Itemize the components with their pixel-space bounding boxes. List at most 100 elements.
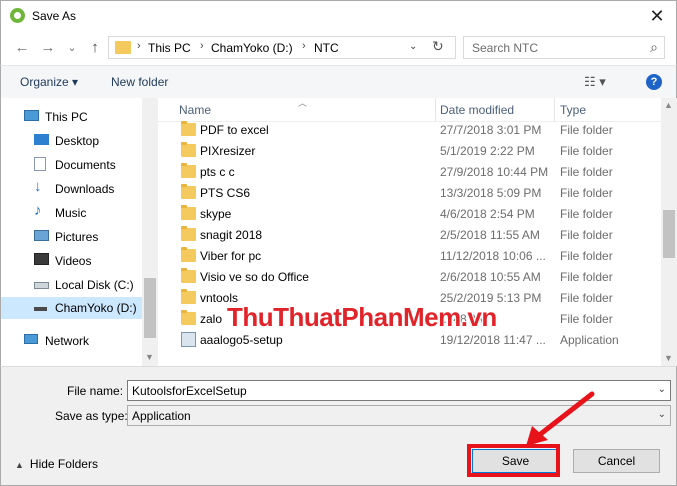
organize-menu-button[interactable]: Organize ▾ xyxy=(20,75,78,89)
table-row[interactable]: skype 4/6/2018 2:54 PM File folder xyxy=(158,203,661,224)
sidebar-item-label: Videos xyxy=(55,254,92,268)
table-row[interactable]: Viber for pc 11/12/2018 10:06 ... File fol… xyxy=(158,245,661,266)
pc-icon xyxy=(24,110,39,121)
file-date: 27/7/2018 3:01 PM xyxy=(440,123,542,137)
scroll-down-icon[interactable]: ▼ xyxy=(664,353,673,363)
new-folder-button[interactable]: New folder xyxy=(111,75,168,89)
chevron-up-icon: ▲ xyxy=(15,460,24,470)
search-box[interactable]: Search NTC ⌕ xyxy=(463,36,665,59)
navigation-bar: ← → ⌄ ↑ › This PC › ChamYoko (D:) › NTC … xyxy=(0,31,677,65)
back-arrow-icon[interactable]: ← xyxy=(13,39,31,57)
hide-folders-label: Hide Folders xyxy=(29,457,98,471)
folder-icon xyxy=(181,205,196,220)
chevron-down-icon[interactable]: ⌄ xyxy=(658,409,666,420)
file-date: 5/1/2019 2:22 PM xyxy=(440,144,535,158)
file-name: PTS CS6 xyxy=(200,186,251,200)
sidebar-item-label: Music xyxy=(55,206,87,220)
desktop-icon xyxy=(34,134,49,145)
folder-icon xyxy=(181,142,196,157)
scrollbar-thumb[interactable] xyxy=(144,278,156,338)
file-type: File folder xyxy=(560,123,613,137)
file-type: File folder xyxy=(560,186,613,200)
sidebar-scrollbar[interactable]: ▼ xyxy=(142,98,158,366)
breadcrumb-separator: › xyxy=(137,40,141,52)
cancel-button[interactable]: Cancel xyxy=(573,449,660,473)
file-name: pts c c xyxy=(200,165,235,179)
table-row[interactable]: PIXresizer 5/1/2019 2:22 PM File folder xyxy=(158,140,661,161)
breadcrumb-separator[interactable]: › xyxy=(302,40,306,52)
file-type: File folder xyxy=(560,312,613,326)
refresh-icon[interactable]: ↻ xyxy=(432,38,444,55)
save-type-label: Save as type: xyxy=(55,409,128,423)
watermark: ThuThuatPhanMem.vn xyxy=(227,302,497,332)
sidebar-item-chamyoko[interactable]: ChamYoko (D:) xyxy=(1,297,142,319)
folder-icon xyxy=(181,184,196,199)
address-dropdown-icon[interactable]: ⌄ xyxy=(409,41,417,52)
recent-locations-icon[interactable]: ⌄ xyxy=(63,39,81,57)
table-row[interactable]: Visio ve so do Office 2/6/2018 10:55 AM Fi… xyxy=(158,266,661,287)
folder-icon xyxy=(115,41,131,54)
scroll-down-icon[interactable]: ▼ xyxy=(145,352,154,362)
application-icon xyxy=(181,332,196,347)
folder-icon xyxy=(181,289,196,304)
sidebar-item-label: Pictures xyxy=(55,230,99,244)
pictures-icon xyxy=(34,230,49,241)
up-arrow-icon[interactable]: ↑ xyxy=(86,39,104,57)
file-date: 4/6/2018 2:54 PM xyxy=(440,207,535,221)
forward-arrow-icon[interactable]: → xyxy=(39,39,57,57)
table-row[interactable]: PDF to excel 27/7/2018 3:01 PM File folder xyxy=(158,119,661,140)
file-name: zalo xyxy=(200,312,223,326)
column-header-name[interactable]: Name xyxy=(179,103,211,117)
file-list-scrollbar[interactable]: ▲ ▼ xyxy=(661,98,677,366)
scrollbar-thumb[interactable] xyxy=(663,210,675,258)
file-name: Viber for pc xyxy=(200,249,262,263)
navigation-pane: This PC Desktop Documents ↓ Downloads ♪ … xyxy=(1,98,158,366)
file-name: PIXresizer xyxy=(200,144,256,158)
hide-folders-button[interactable]: ▲ Hide Folders xyxy=(15,457,98,471)
breadcrumb-this-pc[interactable]: This PC xyxy=(148,41,191,55)
sidebar-item-label: Downloads xyxy=(55,182,115,196)
sidebar-item-label: This PC xyxy=(45,110,88,124)
table-row[interactable]: pts c c 27/9/2018 10:44 PM File folder xyxy=(158,161,661,182)
music-icon: ♪ xyxy=(34,202,42,219)
search-input[interactable]: Search NTC xyxy=(472,41,538,55)
address-bar[interactable]: › This PC › ChamYoko (D:) › NTC ⌄ xyxy=(108,36,456,59)
file-type: File folder xyxy=(560,207,613,221)
command-bar: Organize ▾ New folder ☷ ▾ ? xyxy=(0,65,677,98)
file-type: File folder xyxy=(560,270,613,284)
sort-ascending-icon: ︿ xyxy=(298,98,308,108)
table-row[interactable]: snagit 2018 2/5/2018 11:55 AM File folder xyxy=(158,224,661,245)
breadcrumb-separator[interactable]: › xyxy=(200,40,204,52)
file-date: 13/3/2018 5:09 PM xyxy=(440,186,542,200)
scroll-up-icon[interactable]: ▲ xyxy=(664,100,673,110)
close-icon[interactable]: ✕ xyxy=(646,5,668,27)
breadcrumb-chamyoko[interactable]: ChamYoko (D:) xyxy=(211,41,293,55)
breadcrumb-ntc[interactable]: NTC xyxy=(314,41,339,55)
file-name: snagit 2018 xyxy=(200,228,263,242)
app-icon xyxy=(10,8,25,23)
downloads-icon: ↓ xyxy=(34,178,42,195)
help-icon[interactable]: ? xyxy=(646,74,662,90)
sidebar-item-label: Local Disk (C:) xyxy=(55,278,134,292)
file-type: File folder xyxy=(560,165,613,179)
table-row[interactable]: PTS CS6 13/3/2018 5:09 PM File folder xyxy=(158,182,661,203)
view-options-icon[interactable]: ☷ ▾ xyxy=(584,74,606,90)
file-date: 2/5/2018 11:55 AM xyxy=(440,228,540,242)
folder-icon xyxy=(181,247,196,262)
column-header-date[interactable]: Date modified xyxy=(440,103,514,117)
file-name-label: File name: xyxy=(67,384,124,398)
folder-icon xyxy=(181,226,196,241)
file-type: Application xyxy=(560,333,619,347)
folder-icon xyxy=(181,121,196,136)
file-date: 11/12/2018 10:06 ... xyxy=(440,249,546,263)
column-header-type[interactable]: Type xyxy=(560,103,586,117)
save-type-value[interactable]: Application xyxy=(132,409,191,423)
chevron-down-icon[interactable]: ⌄ xyxy=(658,384,666,395)
file-date: 19/12/2018 11:47 ... xyxy=(440,333,546,347)
network-icon xyxy=(24,334,38,344)
file-type: File folder xyxy=(560,291,613,305)
sidebar-item-label: Desktop xyxy=(55,134,100,148)
file-name-value[interactable]: KutoolsforExcelSetup xyxy=(132,384,247,398)
annotation-arrow xyxy=(526,391,595,446)
folder-icon xyxy=(181,268,196,283)
